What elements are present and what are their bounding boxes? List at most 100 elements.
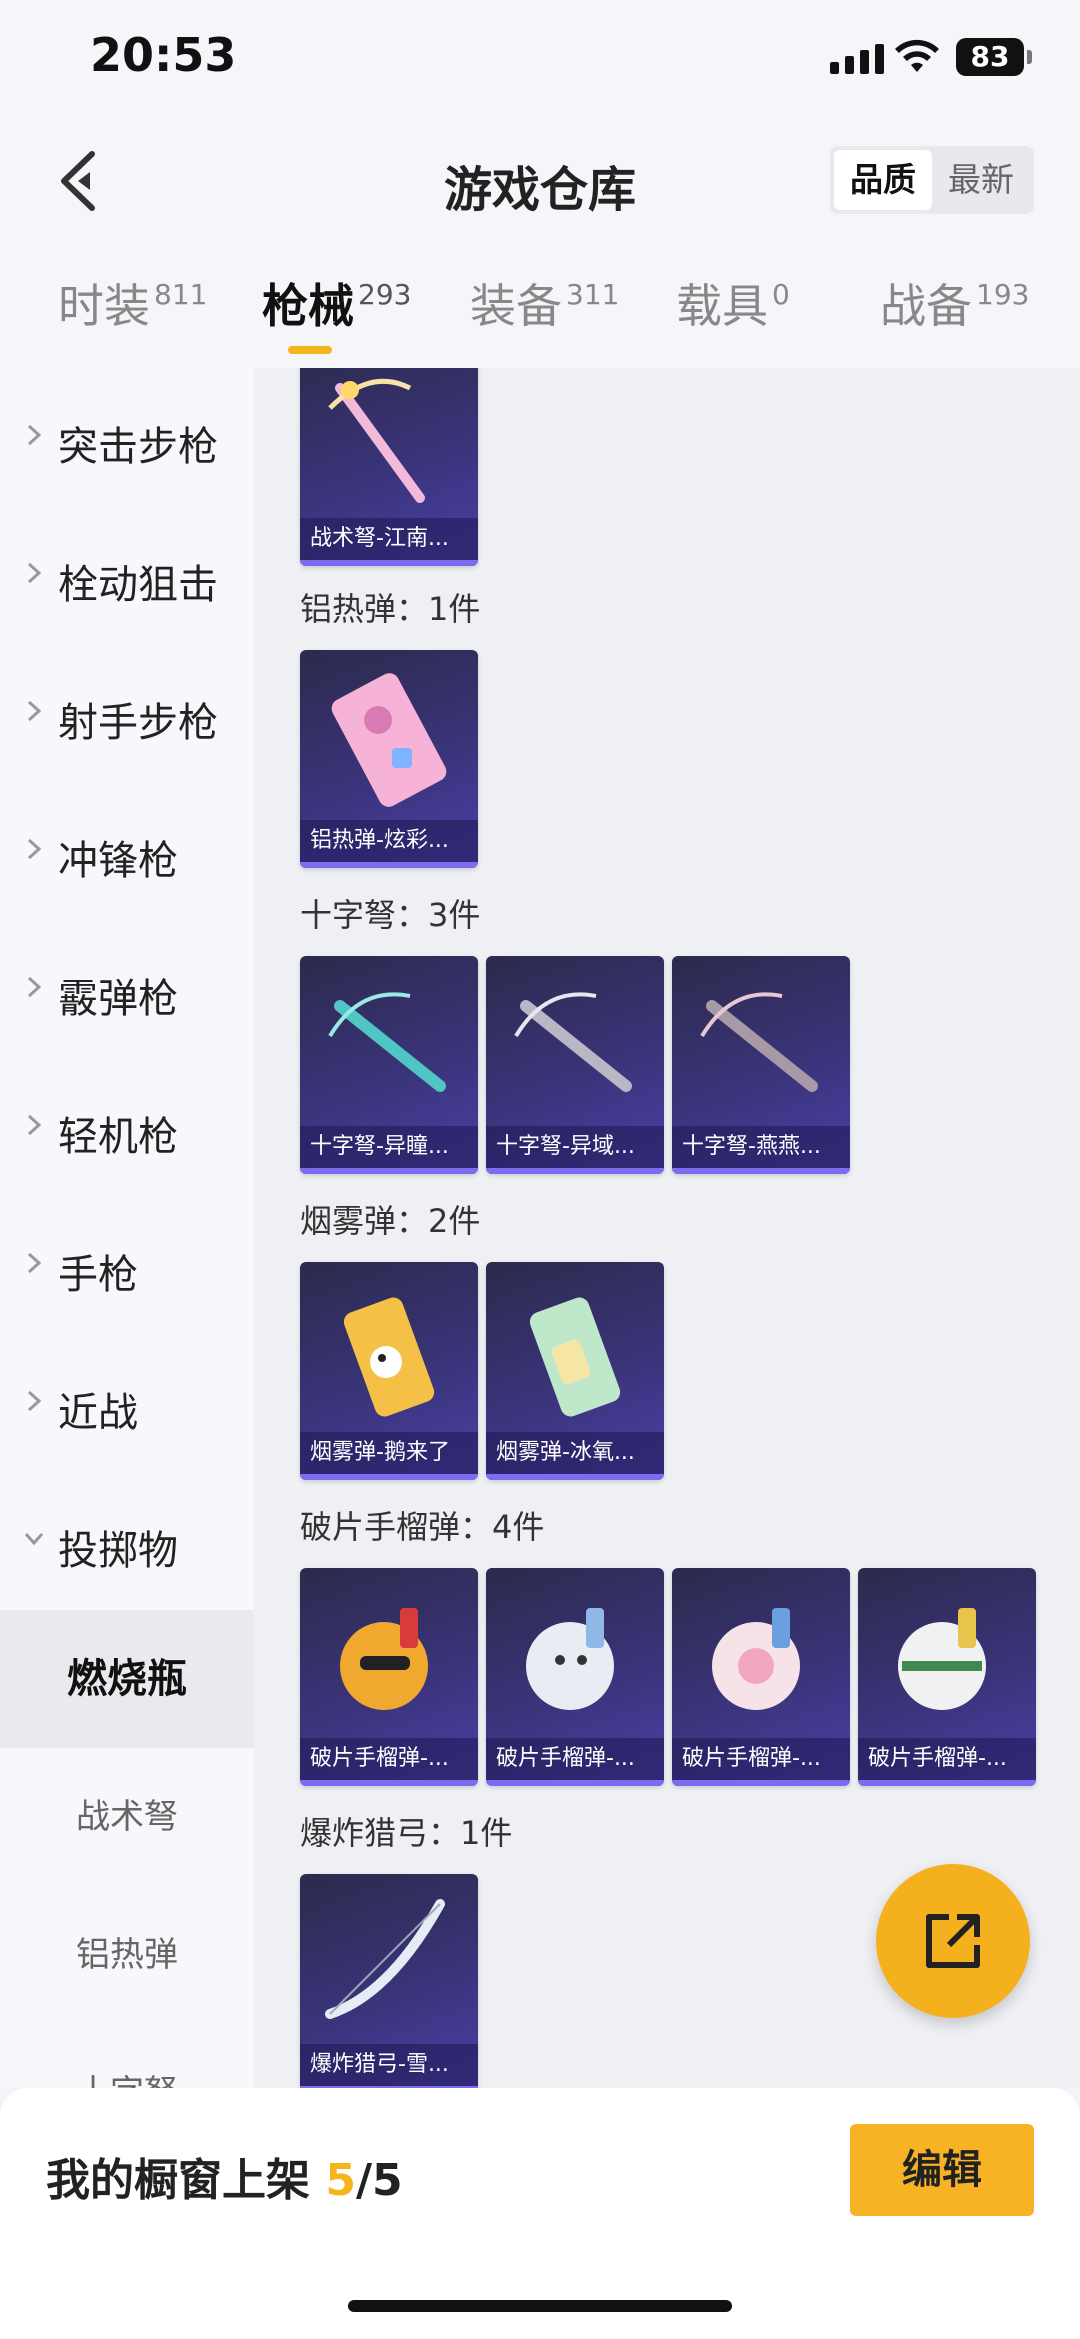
category-tabs: 时装 811 枪械 293 装备 311 载具 0 战备 193 <box>0 240 1080 368</box>
status-time: 20:53 <box>90 28 237 82</box>
item-grid: 战术弩-江南... 铝热弹：1件 铝热弹-炫彩... 十字弩：3件 十字弩-异瞳… <box>254 368 1080 2088</box>
share-fab-button[interactable] <box>876 1864 1030 2018</box>
item-caption: 烟雾弹-冰氧... <box>486 1432 664 1474</box>
rarity-bar <box>300 1474 478 1480</box>
item-card[interactable]: 十字弩-燕燕... <box>672 956 850 1174</box>
sidebar-item-assault-rifle[interactable]: 突击步枪 <box>0 368 254 506</box>
sidebar-item-label: 射手步枪 <box>58 700 218 746</box>
frag-grenade-skin-icon <box>526 1608 614 1710</box>
chevron-right-icon <box>27 700 42 722</box>
sidebar: 突击步枪 栓动狙击 射手步枪 冲锋枪 霰弹枪 轻机枪 手枪 近战 投掷物 燃烧瓶… <box>0 368 254 2088</box>
smoke-grenade-skin-icon <box>529 1297 621 1417</box>
item-card[interactable]: 破片手榴弹-... <box>672 1568 850 1786</box>
chevron-down-icon <box>24 1533 44 1546</box>
item-card[interactable]: 破片手榴弹-... <box>858 1568 1036 1786</box>
rarity-bar <box>300 1780 478 1786</box>
item-caption: 破片手榴弹-... <box>486 1738 664 1780</box>
sidebar-item-label: 突击步枪 <box>58 424 218 470</box>
group-label: 烟雾弹：2件 <box>300 1202 481 1240</box>
sort-toggle[interactable]: 品质 最新 <box>830 146 1034 214</box>
sidebar-sub-crossbow[interactable]: 十字弩 <box>0 2024 254 2088</box>
tab-vehicles[interactable]: 载具 0 <box>676 270 790 336</box>
sidebar-item-melee[interactable]: 近战 <box>0 1334 254 1472</box>
item-card[interactable]: 十字弩-异域... <box>486 956 664 1174</box>
sort-option-quality[interactable]: 品质 <box>834 150 932 210</box>
chevron-right-icon <box>27 424 42 446</box>
chevron-right-icon <box>27 562 42 584</box>
sidebar-item-lmg[interactable]: 轻机枪 <box>0 1058 254 1196</box>
item-card[interactable]: 破片手榴弹-... <box>300 1568 478 1786</box>
rarity-bar <box>486 1780 664 1786</box>
sidebar-item-marksman-rifle[interactable]: 射手步枪 <box>0 644 254 782</box>
rarity-bar <box>672 1780 850 1786</box>
item-caption: 破片手榴弹-... <box>300 1738 478 1780</box>
sidebar-item-label: 轻机枪 <box>58 1114 178 1160</box>
crossbow-skin-icon <box>514 992 632 1092</box>
item-caption: 十字弩-燕燕... <box>672 1126 850 1168</box>
bottom-bar: 我的橱窗上架 5/5 编辑 <box>0 2088 1080 2339</box>
item-card[interactable]: 破片手榴弹-... <box>486 1568 664 1786</box>
chevron-right-icon <box>27 1252 42 1274</box>
item-card[interactable]: 铝热弹-炫彩... <box>300 650 478 868</box>
cellular-signal-icon <box>830 44 884 74</box>
item-card[interactable]: 十字弩-异瞳... <box>300 956 478 1174</box>
nav-header: 游戏仓库 品质 最新 <box>0 120 1080 240</box>
sort-option-newest[interactable]: 最新 <box>932 150 1030 210</box>
sidebar-sub-molotov[interactable]: 燃烧瓶 <box>0 1610 254 1748</box>
showcase-status: 我的橱窗上架 5/5 <box>46 2144 403 2208</box>
rarity-bar <box>486 1474 664 1480</box>
showcase-count: 5 <box>325 2155 356 2206</box>
crossbow-skin-icon <box>328 992 446 1092</box>
sidebar-item-label: 栓动狙击 <box>58 562 218 608</box>
tab-equipment[interactable]: 装备 311 <box>470 270 619 336</box>
sidebar-item-shotgun[interactable]: 霰弹枪 <box>0 920 254 1058</box>
item-caption: 破片手榴弹-... <box>858 1738 1036 1780</box>
rarity-bar <box>486 1168 664 1174</box>
item-card[interactable]: 烟雾弹-冰氧... <box>486 1262 664 1480</box>
tab-fashion[interactable]: 时装 811 <box>58 270 207 336</box>
sidebar-sub-tactical-crossbow[interactable]: 战术弩 <box>0 1748 254 1886</box>
rarity-bar <box>300 560 478 566</box>
status-bar: 20:53 83 <box>0 0 1080 120</box>
item-caption: 破片手榴弹-... <box>672 1738 850 1780</box>
battery-icon: 83 <box>956 38 1032 76</box>
share-external-icon <box>926 1914 980 1968</box>
tab-guns[interactable]: 枪械 293 <box>262 270 411 336</box>
frag-grenade-skin-icon <box>898 1608 986 1710</box>
wifi-icon <box>895 39 939 72</box>
group-label: 爆炸猎弓：1件 <box>300 1814 513 1852</box>
sidebar-item-label: 冲锋枪 <box>58 838 178 884</box>
tab-combat-gear[interactable]: 战备 193 <box>880 270 1029 336</box>
edit-button[interactable]: 编辑 <box>850 2124 1034 2216</box>
sidebar-item-throwables[interactable]: 投掷物 <box>0 1472 254 1610</box>
chevron-right-icon <box>27 1390 42 1412</box>
crossbow-skin-icon <box>700 992 818 1092</box>
rarity-bar <box>858 1780 1036 1786</box>
showcase-total: /5 <box>355 2155 403 2206</box>
item-card[interactable]: 战术弩-江南... <box>300 368 478 566</box>
group-label: 铝热弹：1件 <box>300 590 481 628</box>
chevron-right-icon <box>27 1114 42 1136</box>
group-label: 破片手榴弹：4件 <box>300 1508 545 1546</box>
showcase-label: 我的橱窗上架 <box>46 2155 310 2206</box>
item-caption: 十字弩-异瞳... <box>300 1126 478 1168</box>
smoke-grenade-skin-icon <box>343 1297 435 1417</box>
crossbow-skin-icon <box>328 378 425 503</box>
item-caption: 爆炸猎弓-雪... <box>300 2044 478 2086</box>
sidebar-item-smg[interactable]: 冲锋枪 <box>0 782 254 920</box>
frag-grenade-skin-icon <box>712 1608 800 1710</box>
sidebar-item-label: 近战 <box>58 1390 138 1436</box>
item-caption: 铝热弹-炫彩... <box>300 820 478 862</box>
sidebar-item-pistol[interactable]: 手枪 <box>0 1196 254 1334</box>
item-card[interactable]: 爆炸猎弓-雪... <box>300 1874 478 2088</box>
chevron-right-icon <box>27 838 42 860</box>
item-card[interactable]: 烟雾弹-鹅来了 <box>300 1262 478 1480</box>
sidebar-item-bolt-sniper[interactable]: 栓动狙击 <box>0 506 254 644</box>
item-caption: 十字弩-异域... <box>486 1126 664 1168</box>
rarity-bar <box>300 862 478 868</box>
chevron-right-icon <box>27 976 42 998</box>
rarity-bar <box>300 1168 478 1174</box>
group-label: 十字弩：3件 <box>300 896 481 934</box>
thermite-skin-icon <box>331 673 447 807</box>
sidebar-sub-thermite[interactable]: 铝热弹 <box>0 1886 254 2024</box>
